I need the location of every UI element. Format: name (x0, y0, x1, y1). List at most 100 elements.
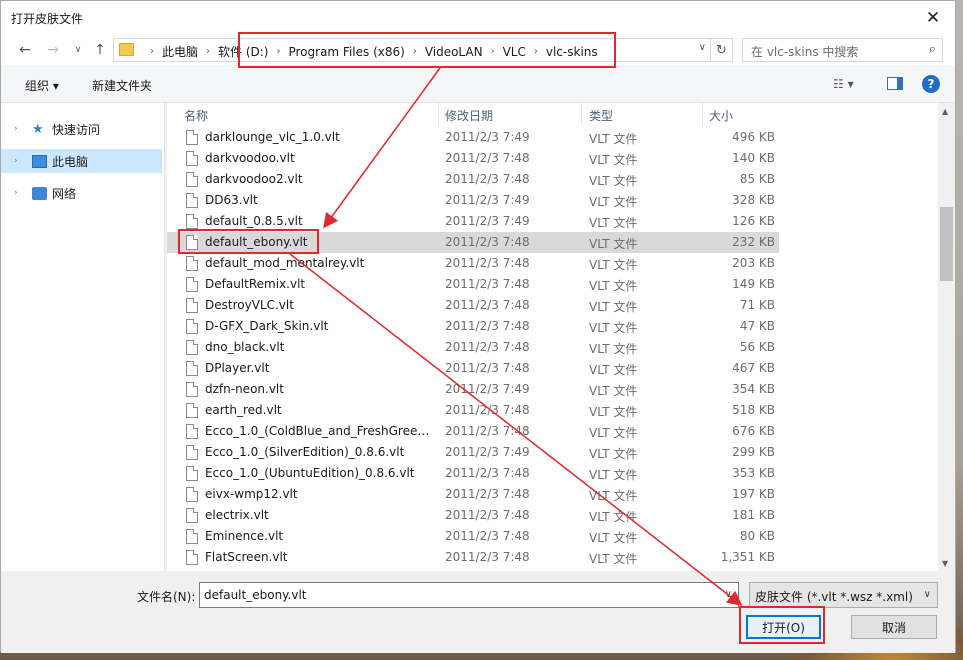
column-name[interactable]: 名称 (184, 107, 208, 124)
file-type: VLT 文件 (589, 510, 638, 524)
file-size: 232 KB (732, 235, 775, 249)
file-name: Ecco_1.0_(SilverEdition)_0.8.6.vlt (205, 445, 405, 459)
file-type: VLT 文件 (589, 258, 638, 272)
nav-item-quick-access[interactable]: › ★ 快速访问 (1, 117, 162, 141)
filename-input[interactable]: default_ebony.vlt ∨ (199, 582, 739, 608)
file-row[interactable]: DestroyVLC.vlt 2011/2/3 7:48 VLT 文件 71 KB (167, 295, 779, 316)
preview-pane-icon[interactable] (887, 77, 903, 90)
chevron-down-icon[interactable]: ∨ (699, 42, 706, 53)
file-icon (186, 298, 198, 313)
file-icon (186, 277, 198, 292)
file-name: FlatScreen.vlt (205, 550, 288, 564)
vertical-scrollbar[interactable]: ▲ ▼ (938, 103, 955, 571)
file-type: VLT 文件 (589, 384, 638, 398)
column-size[interactable]: 大小 (709, 107, 733, 124)
file-row[interactable]: earth_red.vlt 2011/2/3 7:48 VLT 文件 518 KB (167, 400, 779, 421)
file-size: 85 KB (739, 172, 775, 186)
view-options-icon[interactable]: ☷ ▾ (833, 77, 854, 91)
column-type[interactable]: 类型 (589, 107, 613, 124)
file-row[interactable]: FlatScreen.vlt 2011/2/3 7:48 VLT 文件 1,351 K… (167, 547, 779, 568)
nav-item-network[interactable]: › 网络 (1, 181, 162, 205)
refresh-icon[interactable]: ↻ (710, 39, 732, 61)
toolbar: 组织 ▾ 新建文件夹 ☷ ▾ ? (1, 65, 955, 103)
file-row[interactable]: electrix.vlt 2011/2/3 7:48 VLT 文件 181 KB (167, 505, 779, 526)
new-folder-button[interactable]: 新建文件夹 (92, 77, 152, 94)
folder-icon (119, 43, 134, 56)
search-input[interactable]: 在 vlc-skins 中搜索 ⌕ (742, 38, 943, 62)
file-row[interactable]: Ecco_1.0_(ColdBlue_and_FreshGreen)_0.8.6… (167, 421, 779, 442)
file-date: 2011/2/3 7:48 (445, 361, 530, 375)
close-icon[interactable]: ✕ (911, 1, 955, 35)
breadcrumb-separator-icon[interactable]: › (206, 46, 210, 57)
chevron-right-icon[interactable]: › (14, 156, 18, 166)
file-size: 467 KB (732, 361, 775, 375)
file-name: DefaultRemix.vlt (205, 277, 306, 291)
scroll-thumb[interactable] (940, 207, 953, 281)
file-row[interactable]: darkvoodoo2.vlt 2011/2/3 7:48 VLT 文件 85 KB (167, 169, 779, 190)
up-arrow-icon[interactable]: ↑ (90, 40, 110, 60)
file-icon (186, 529, 198, 544)
file-name: Eminence.vlt (205, 529, 284, 543)
file-row[interactable]: D-GFX_Dark_Skin.vlt 2011/2/3 7:48 VLT 文件 47… (167, 316, 779, 337)
file-row[interactable]: DD63.vlt 2011/2/3 7:49 VLT 文件 328 KB (167, 190, 779, 211)
file-icon (186, 151, 198, 166)
chevron-right-icon[interactable]: › (14, 188, 18, 198)
file-type-select[interactable]: 皮肤文件 (*.vlt *.wsz *.xml) ∨ (749, 582, 938, 608)
recent-dropdown-icon[interactable]: ∨ (68, 40, 88, 60)
file-icon (186, 214, 198, 229)
file-date: 2011/2/3 7:48 (445, 319, 530, 333)
help-icon[interactable]: ? (922, 75, 940, 93)
file-size: 197 KB (732, 487, 775, 501)
file-type: VLT 文件 (589, 279, 638, 293)
back-arrow-icon[interactable]: ← (15, 40, 35, 60)
column-header-row: ⌃ 名称 修改日期 类型 大小 (167, 103, 938, 125)
file-date: 2011/2/3 7:48 (445, 172, 530, 186)
file-type: VLT 文件 (589, 153, 638, 167)
nav-item-this-pc[interactable]: › 此电脑 (1, 149, 162, 173)
file-type: VLT 文件 (589, 216, 638, 230)
search-icon[interactable]: ⌕ (929, 42, 936, 57)
file-icon (186, 382, 198, 397)
column-date[interactable]: 修改日期 (445, 107, 493, 124)
file-size: 354 KB (732, 382, 775, 396)
chevron-right-icon[interactable]: › (14, 124, 18, 134)
organize-button[interactable]: 组织 ▾ (25, 77, 59, 94)
file-date: 2011/2/3 7:48 (445, 424, 530, 438)
file-row[interactable]: default_mod_mentalrey.vlt 2011/2/3 7:48 VL… (167, 253, 779, 274)
file-type: VLT 文件 (589, 468, 638, 482)
file-type: VLT 文件 (589, 342, 638, 356)
chevron-down-icon[interactable]: ∨ (924, 589, 931, 600)
file-size: 71 KB (739, 298, 775, 312)
file-type: VLT 文件 (589, 132, 638, 146)
file-size: 328 KB (732, 193, 775, 207)
file-row[interactable]: darkvoodoo.vlt 2011/2/3 7:48 VLT 文件 140 KB (167, 148, 779, 169)
forward-arrow-icon[interactable]: → (43, 40, 63, 60)
file-type: VLT 文件 (589, 237, 638, 251)
file-row[interactable]: dzfn-neon.vlt 2011/2/3 7:49 VLT 文件 354 KB (167, 379, 779, 400)
breadcrumb-item[interactable]: 此电脑 (162, 43, 198, 60)
file-row[interactable]: darklounge_vlc_1.0.vlt 2011/2/3 7:49 VLT 文… (167, 127, 779, 148)
file-row[interactable]: dno_black.vlt 2011/2/3 7:48 VLT 文件 56 KB (167, 337, 779, 358)
file-icon (186, 403, 198, 418)
scroll-down-icon[interactable]: ▼ (942, 559, 948, 568)
file-row[interactable]: Eminence.vlt 2011/2/3 7:48 VLT 文件 80 KB (167, 526, 779, 547)
file-row[interactable]: eivx-wmp12.vlt 2011/2/3 7:48 VLT 文件 197 KB (167, 484, 779, 505)
file-date: 2011/2/3 7:49 (445, 130, 530, 144)
file-icon (186, 487, 198, 502)
chevron-down-icon[interactable]: ∨ (725, 589, 732, 600)
scroll-up-icon[interactable]: ▲ (942, 107, 948, 116)
file-date: 2011/2/3 7:48 (445, 151, 530, 165)
cancel-button[interactable]: 取消 (851, 615, 937, 639)
file-icon (186, 361, 198, 376)
file-row[interactable]: Ecco_1.0_(UbuntuEdition)_0.8.6.vlt 2011/2… (167, 463, 779, 484)
star-icon: ★ (32, 121, 44, 137)
file-size: 676 KB (732, 424, 775, 438)
file-row[interactable]: Ecco_1.0_(SilverEdition)_0.8.6.vlt 2011/2… (167, 442, 779, 463)
file-type: VLT 文件 (589, 405, 638, 419)
file-name: darkvoodoo.vlt (205, 151, 295, 165)
file-name: default_mod_mentalrey.vlt (205, 256, 365, 270)
file-row[interactable]: DPlayer.vlt 2011/2/3 7:48 VLT 文件 467 KB (167, 358, 779, 379)
breadcrumb-separator-icon[interactable]: › (150, 46, 154, 57)
file-type: VLT 文件 (589, 531, 638, 545)
file-row[interactable]: DefaultRemix.vlt 2011/2/3 7:48 VLT 文件 149 K… (167, 274, 779, 295)
